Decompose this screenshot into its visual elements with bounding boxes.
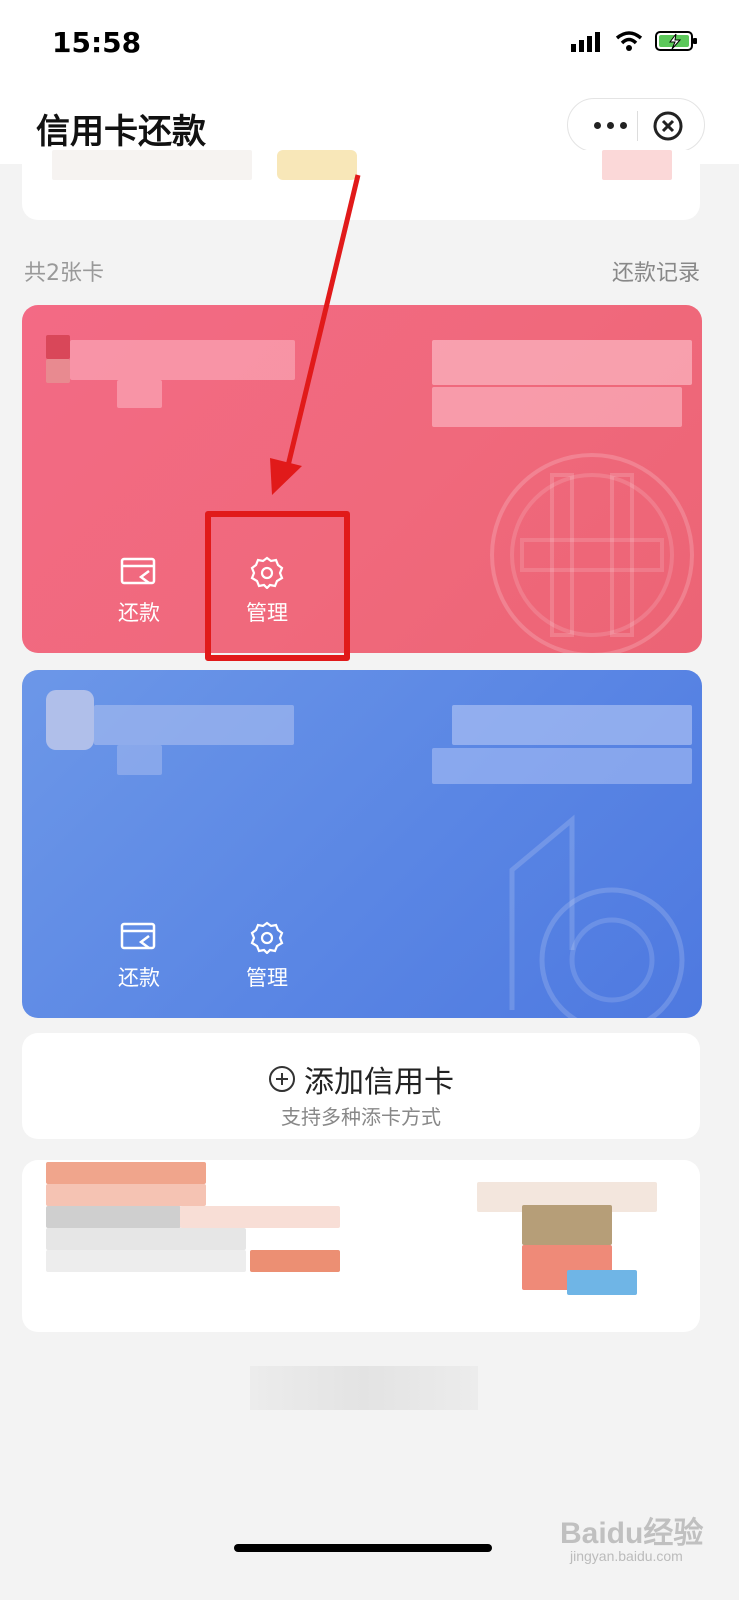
manage-button[interactable]: 管理 bbox=[222, 920, 312, 1000]
blurred-bank-name bbox=[94, 705, 294, 745]
blurred-content bbox=[46, 1228, 246, 1250]
manage-label: 管理 bbox=[246, 966, 288, 990]
blurred-card-number bbox=[117, 745, 162, 775]
repay-label: 还款 bbox=[118, 601, 160, 625]
baidu-watermark-url: jingyan.baidu.com bbox=[570, 1548, 683, 1564]
repay-label: 还款 bbox=[118, 966, 160, 990]
blurred-content bbox=[46, 1250, 246, 1272]
blurred-content bbox=[46, 1162, 206, 1184]
pointer-arrow bbox=[270, 174, 361, 495]
blurred-content bbox=[46, 1184, 206, 1206]
blurred-content bbox=[180, 1206, 340, 1228]
home-indicator[interactable] bbox=[234, 1544, 492, 1552]
baidu-watermark: Baidu经验 bbox=[560, 1517, 704, 1550]
repay-card-icon bbox=[120, 922, 156, 950]
gear-icon bbox=[250, 921, 284, 954]
blurred-content bbox=[250, 1250, 340, 1272]
bank-watermark-icon bbox=[509, 814, 685, 1018]
promo-banner[interactable] bbox=[22, 1160, 700, 1332]
add-circle-icon bbox=[269, 1066, 295, 1092]
blurred-card-info bbox=[432, 748, 692, 784]
blurred-bank-logo bbox=[46, 690, 94, 750]
repay-button[interactable]: 还款 bbox=[94, 920, 184, 1000]
blurred-content bbox=[522, 1205, 612, 1245]
add-card-title: 添加信用卡 bbox=[304, 1065, 454, 1100]
blurred-content bbox=[46, 1206, 181, 1228]
credit-card-2[interactable]: 还款 管理 bbox=[22, 670, 702, 1018]
blurred-card-info bbox=[452, 705, 692, 745]
blurred-content bbox=[567, 1270, 637, 1295]
add-card-subtitle: 支持多种添卡方式 bbox=[281, 1105, 441, 1129]
blurred-footer-text bbox=[250, 1366, 478, 1410]
add-credit-card-button[interactable]: 添加信用卡 支持多种添卡方式 bbox=[22, 1033, 700, 1139]
